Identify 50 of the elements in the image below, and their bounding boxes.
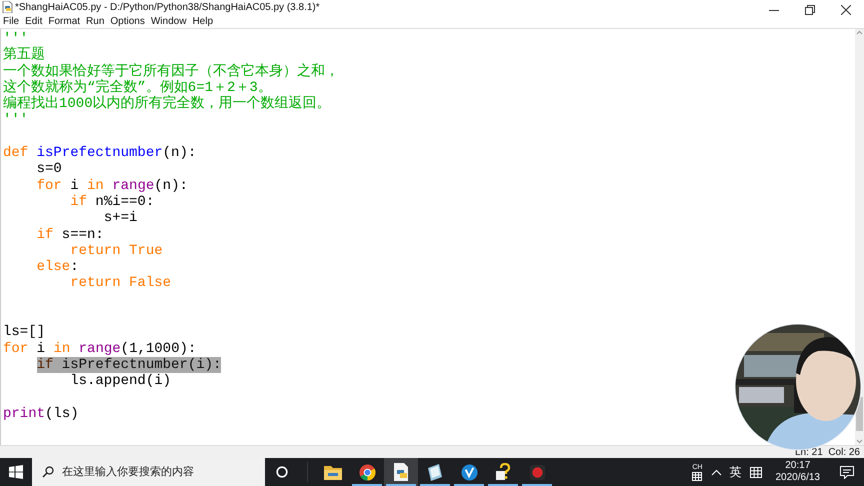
code-line: 编程找出1000以内的所有完全数，用一个数组返回。 bbox=[3, 96, 331, 112]
code-line: for i in range(1,1000): bbox=[3, 340, 196, 357]
clock-time[interactable]: 20:17 bbox=[785, 460, 810, 472]
code-line: 一个数如果恰好等于它所有因子（不含它本身）之和， bbox=[3, 64, 339, 80]
code-line: if s==n: bbox=[36, 226, 104, 243]
search-field[interactable]: 在这里输入你要搜索的内容 bbox=[32, 458, 265, 486]
code-line: def isPrefectnumber(n): bbox=[3, 145, 196, 162]
record-icon bbox=[528, 464, 546, 480]
question-mark-icon bbox=[495, 463, 511, 481]
menu-item[interactable]: File bbox=[3, 16, 20, 26]
code-line: 第五题 bbox=[3, 47, 45, 64]
code-line: ''' bbox=[3, 31, 28, 47]
search-input[interactable]: 在这里输入你要搜索的内容 bbox=[62, 466, 252, 478]
search-icon bbox=[42, 466, 54, 478]
code-line: s+=i bbox=[104, 210, 138, 227]
code-line: s=0 bbox=[36, 161, 62, 178]
browser-icon bbox=[358, 464, 376, 480]
notification-icon[interactable] bbox=[840, 466, 854, 478]
input-mode-indicator[interactable]: 英 bbox=[730, 464, 742, 480]
code-line: ls.append(i) bbox=[70, 373, 172, 390]
code-line: ls=[] bbox=[3, 324, 46, 341]
keyboard-icon[interactable] bbox=[750, 466, 762, 478]
clock-date[interactable]: 2020/6/13 bbox=[776, 472, 820, 484]
menu-item[interactable]: Run bbox=[86, 16, 104, 26]
menu-item[interactable]: Help bbox=[192, 16, 214, 26]
code-line: ''' bbox=[3, 112, 28, 129]
code-line: return True bbox=[70, 242, 163, 260]
restore-icon bbox=[805, 4, 815, 14]
code-line: print(ls) bbox=[3, 406, 79, 422]
windows-logo-icon bbox=[9, 465, 23, 479]
circle-icon bbox=[276, 466, 288, 478]
notebook-icon bbox=[426, 464, 444, 480]
window-title: *ShangHaiAC05.py - D:/Python/Python38/ShangHaiAC05.py (3.8.1)* bbox=[15, 2, 320, 12]
menu-item[interactable]: Options bbox=[110, 16, 145, 26]
checkmark-circle-icon bbox=[460, 464, 478, 480]
keyboard-icon bbox=[692, 472, 702, 480]
document-icon bbox=[393, 463, 409, 481]
menu-item[interactable]: Window bbox=[150, 16, 186, 26]
code-line: for i in range(n): bbox=[36, 178, 188, 194]
close-icon bbox=[841, 4, 851, 14]
code-line: if n%i==0: bbox=[70, 194, 154, 210]
folder-icon bbox=[324, 464, 342, 480]
code-line: else: bbox=[36, 259, 79, 276]
code-line: 这个数就称为“完全数”。例如6=1＋2＋3。 bbox=[3, 80, 272, 96]
chevron-up-icon[interactable] bbox=[710, 468, 722, 476]
menu-item[interactable]: Edit bbox=[25, 16, 42, 26]
taskbar-button[interactable] bbox=[384, 458, 418, 486]
scrollbar[interactable] bbox=[855, 29, 864, 445]
menu-item[interactable]: Format bbox=[48, 16, 80, 26]
code-line: return False bbox=[70, 275, 172, 292]
